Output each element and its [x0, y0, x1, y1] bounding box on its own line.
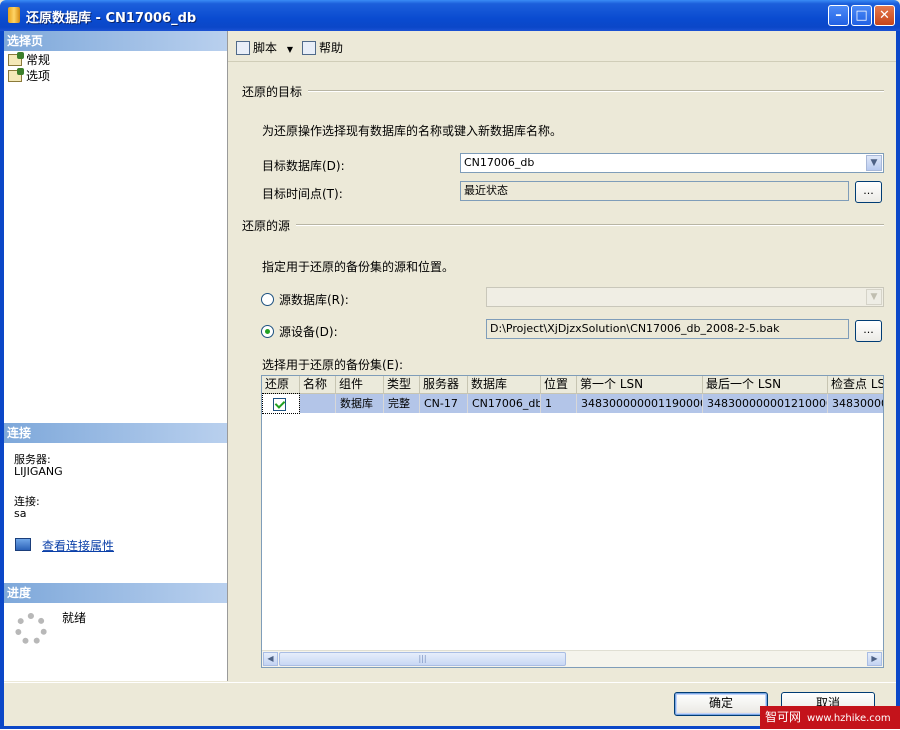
type-cell: 完整: [384, 394, 420, 413]
server-value: LIJIGANG: [14, 465, 63, 478]
nav-item-label: 选项: [26, 69, 51, 83]
progress-status: 就绪: [62, 611, 87, 625]
from-device-label: 源设备(D):: [279, 325, 338, 339]
ok-button[interactable]: 确定: [674, 692, 768, 716]
watermark-url: www.hzhike.com: [807, 713, 891, 724]
column-header-component[interactable]: 组件: [336, 376, 384, 394]
target-database-label: 目标数据库(D):: [262, 159, 345, 173]
window-title: 还原数据库 - CN17006_db: [26, 11, 197, 26]
column-header-name[interactable]: 名称: [300, 376, 336, 394]
help-label: 帮助: [319, 41, 344, 55]
cell-focus-outline: [262, 393, 300, 414]
script-icon: [236, 41, 250, 55]
toolbar: 脚本 ▼ 帮助: [228, 31, 896, 62]
minimize-button[interactable]: –: [828, 5, 849, 26]
select-page-header: 选择页: [4, 31, 227, 51]
position-cell: 1: [541, 394, 577, 413]
close-icon: ✕: [879, 8, 890, 23]
scroll-right-icon[interactable]: ▶: [867, 652, 882, 666]
from-device-browse-button[interactable]: ...: [855, 320, 882, 342]
page-icon: [8, 52, 24, 66]
watermark: 智可网 www.hzhike.com: [760, 706, 900, 729]
connection-header: 连接: [4, 423, 227, 443]
component-cell: 数据库: [336, 394, 384, 413]
connection-value: sa: [14, 507, 27, 520]
destination-divider: [308, 90, 884, 92]
nav-item-label: 常规: [26, 53, 51, 67]
minimize-icon: –: [835, 8, 842, 23]
from-database-select[interactable]: ▼: [486, 287, 884, 307]
chevron-down-icon: ▼: [286, 45, 293, 54]
window-frame-right: [896, 31, 900, 729]
scroll-left-icon[interactable]: ◀: [263, 652, 278, 666]
column-header-position[interactable]: 位置: [541, 376, 577, 394]
destination-group-label: 还原的目标: [242, 85, 303, 99]
chevron-down-icon[interactable]: ▼: [866, 155, 882, 171]
page-icon: [8, 68, 24, 82]
column-header-first-lsn[interactable]: 第一个 LSN: [577, 376, 703, 394]
connection-properties-icon: [15, 538, 31, 551]
column-header-restore[interactable]: 还原: [262, 376, 300, 394]
column-header-checkpoint-lsn[interactable]: 检查点 LSN: [828, 376, 883, 394]
database-icon: [8, 7, 20, 23]
horizontal-scrollbar[interactable]: ◀ ||| ▶: [262, 650, 883, 667]
view-connection-properties-link[interactable]: 查看连接属性: [42, 537, 114, 554]
nav-item-general[interactable]: 常规: [8, 52, 50, 68]
maximize-button[interactable]: □: [851, 5, 872, 26]
destination-description: 为还原操作选择现有数据库的名称或键入新数据库名称。: [262, 124, 563, 138]
target-time-field: 最近状态: [460, 181, 849, 201]
chevron-down-icon: ▼: [866, 289, 882, 305]
title-bar[interactable]: 还原数据库 - CN17006_db – □ ✕: [0, 0, 900, 31]
target-time-label: 目标时间点(T):: [262, 187, 343, 201]
maximize-icon: □: [855, 8, 868, 23]
help-icon: [302, 41, 316, 55]
restore-database-dialog: 还原数据库 - CN17006_db – □ ✕ 选择页 常规 选项 连接 服务…: [0, 0, 900, 729]
source-description: 指定用于还原的备份集的源和位置。: [262, 260, 455, 274]
help-button[interactable]: 帮助: [302, 39, 343, 56]
name-cell: [300, 394, 336, 413]
script-button[interactable]: 脚本 ▼: [236, 39, 293, 56]
from-database-radio[interactable]: [261, 293, 274, 306]
column-header-last-lsn[interactable]: 最后一个 LSN: [703, 376, 828, 394]
first-lsn-cell: 3483000000011900001: [577, 394, 703, 413]
database-cell: CN17006_db: [468, 394, 541, 413]
column-header-database[interactable]: 数据库: [468, 376, 541, 394]
checkpoint-lsn-cell: 3483000000011900001: [828, 394, 883, 413]
column-header-server[interactable]: 服务器: [420, 376, 468, 394]
watermark-brand: 智可网: [765, 710, 802, 724]
close-button[interactable]: ✕: [874, 5, 895, 26]
scrollbar-thumb[interactable]: |||: [279, 652, 566, 666]
from-device-radio[interactable]: [261, 325, 274, 338]
progress-spinner-icon: [15, 613, 47, 645]
target-database-select[interactable]: CN17006_db ▼: [460, 153, 884, 173]
nav-item-options[interactable]: 选项: [8, 68, 50, 84]
from-database-label: 源数据库(R):: [279, 293, 349, 307]
column-header-type[interactable]: 类型: [384, 376, 420, 394]
script-label: 脚本: [253, 41, 278, 55]
left-pane: 选择页 常规 选项 连接 服务器: LIJIGANG 连接: sa 查看连接属性…: [4, 31, 228, 681]
backup-sets-grid[interactable]: 还原 名称 组件 类型 服务器 数据库 位置 第一个 LSN 最后一个 LSN …: [261, 375, 884, 668]
server-cell: CN-17: [420, 394, 468, 413]
last-lsn-cell: 3483000000012100001: [703, 394, 828, 413]
progress-header: 进度: [4, 583, 227, 603]
target-database-value: CN17006_db: [464, 156, 535, 169]
source-divider: [296, 224, 884, 226]
right-pane: 脚本 ▼ 帮助 还原的目标 为还原操作选择现有数据库的名称或键入新数据库名称。 …: [228, 31, 896, 681]
from-device-field: D:\Project\XjDjzxSolution\CN17006_db_200…: [486, 319, 849, 339]
source-group-label: 还原的源: [242, 219, 291, 233]
target-time-browse-button[interactable]: ...: [855, 181, 882, 203]
backup-sets-label: 选择用于还原的备份集(E):: [262, 358, 403, 372]
